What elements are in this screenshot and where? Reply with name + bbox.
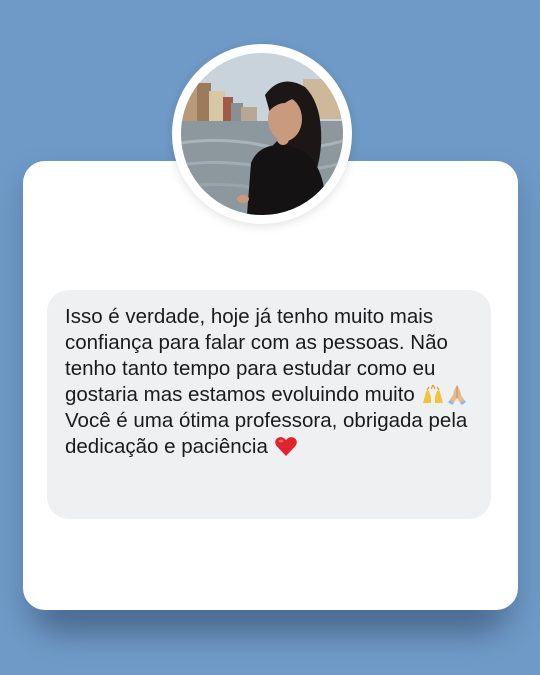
message-bubble: Isso é verdade, hoje já tenho muito mais… — [47, 290, 491, 519]
avatar-photo — [181, 53, 343, 215]
message-paragraph-1: Isso é verdade, hoje já tenho muito mais… — [65, 304, 473, 408]
message-text-1: Isso é verdade, hoje já tenho muito mais… — [65, 305, 448, 406]
raising-hands-icon — [421, 383, 445, 405]
message-paragraph-2: Você é uma ótima professora, obrigada pe… — [65, 408, 473, 460]
folded-hands-icon — [445, 383, 469, 405]
avatar — [172, 44, 352, 224]
red-heart-icon — [274, 435, 298, 457]
message-text-2: Você é uma ótima professora, obrigada pe… — [65, 409, 468, 458]
